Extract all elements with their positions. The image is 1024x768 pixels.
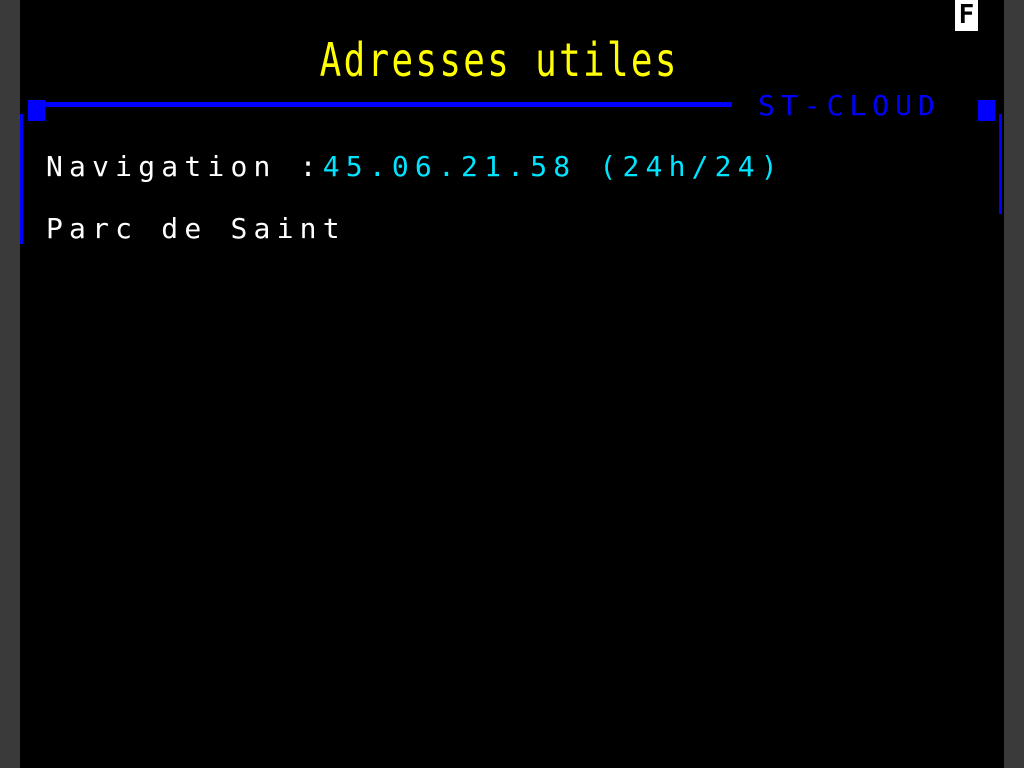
frame-corner-left bbox=[28, 100, 45, 121]
frame-top-line bbox=[28, 102, 732, 107]
page-title: Adresses utiles bbox=[319, 33, 679, 87]
minitel-screen: F Adresses utiles ST-CLOUD Navigation :4… bbox=[20, 0, 1004, 768]
frame-label: ST-CLOUD bbox=[758, 89, 941, 122]
park-label: Parc de Saint bbox=[46, 212, 346, 245]
frame-side-left bbox=[20, 114, 23, 244]
navigation-phone: 45.06.21.58 (24h/24) bbox=[322, 150, 784, 183]
mode-indicator: F bbox=[955, 0, 978, 31]
navigation-label: Navigation : bbox=[46, 150, 323, 183]
frame-corner-right bbox=[978, 100, 995, 121]
frame-side-right bbox=[999, 114, 1002, 214]
navigation-row: Navigation :45.06.21.58 (24h/24) bbox=[46, 147, 784, 187]
